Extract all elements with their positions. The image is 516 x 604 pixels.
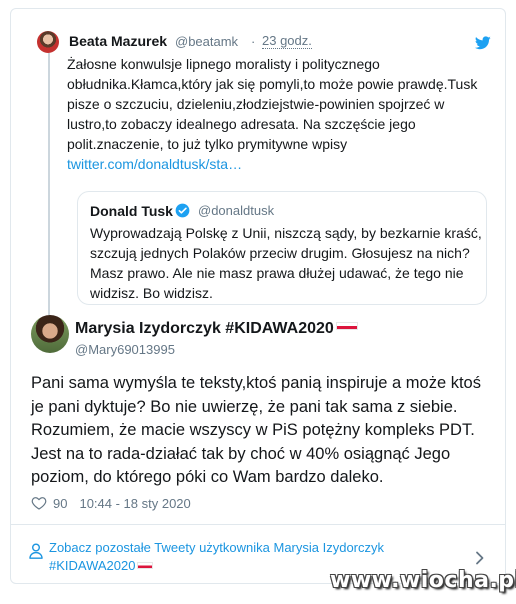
heart-icon[interactable] <box>31 495 47 511</box>
main-tweet-text: Pani sama wymyśla te teksty,ktoś panią i… <box>31 374 481 486</box>
chevron-right-icon[interactable] <box>475 551 485 565</box>
poland-flag-icon <box>335 322 358 330</box>
parent-timestamp[interactable]: 23 godz. <box>262 34 312 49</box>
tweet-embed-card: Beata Mazurek @beatamk · 23 godz. Żałosn… <box>10 8 506 584</box>
parent-tweet-text: Żałosne konwulsje lipnego moralisty i po… <box>67 56 478 152</box>
main-author-avatar[interactable] <box>31 315 69 353</box>
parent-avatar[interactable] <box>37 31 59 53</box>
tweet-meta: 90 10:44 - 18 sty 2020 <box>31 493 191 513</box>
main-tweet-timestamp[interactable]: 10:44 - 18 sty 2020 <box>79 496 190 511</box>
main-author-name-row[interactable]: Marysia Izydorczyk #KIDAWA2020 <box>75 320 358 338</box>
separator-dot: · <box>251 34 256 49</box>
quoted-author-handle[interactable]: @donaldtusk <box>198 203 274 218</box>
site-watermark: www.wiocha.pl <box>330 568 516 593</box>
person-icon <box>29 543 43 559</box>
parent-tweet-link[interactable]: twitter.com/donaldtusk/sta… <box>67 154 242 174</box>
main-author-handle[interactable]: @Mary69013995 <box>75 342 175 357</box>
quoted-tweet-text: Wyprowadzają Polskę z Unii, niszczą sądy… <box>90 225 482 301</box>
verified-badge-icon <box>175 203 190 218</box>
quoted-author-name[interactable]: Donald Tusk <box>90 203 173 219</box>
main-author-name[interactable]: Marysia Izydorczyk #KIDAWA2020 <box>75 320 334 337</box>
thread-line <box>48 53 50 315</box>
twitter-bird-icon[interactable] <box>475 36 491 50</box>
poland-flag-icon <box>137 562 154 569</box>
parent-author-handle[interactable]: @beatamk <box>175 34 238 49</box>
quoted-tweet[interactable]: Donald Tusk @donaldtusk Wyprowadzają Pol… <box>77 191 487 305</box>
like-count[interactable]: 90 <box>53 496 67 511</box>
parent-author-name[interactable]: Beata Mazurek <box>69 33 167 49</box>
parent-tweet[interactable]: Beata Mazurek @beatamk · 23 godz. Żałosn… <box>11 9 505 315</box>
